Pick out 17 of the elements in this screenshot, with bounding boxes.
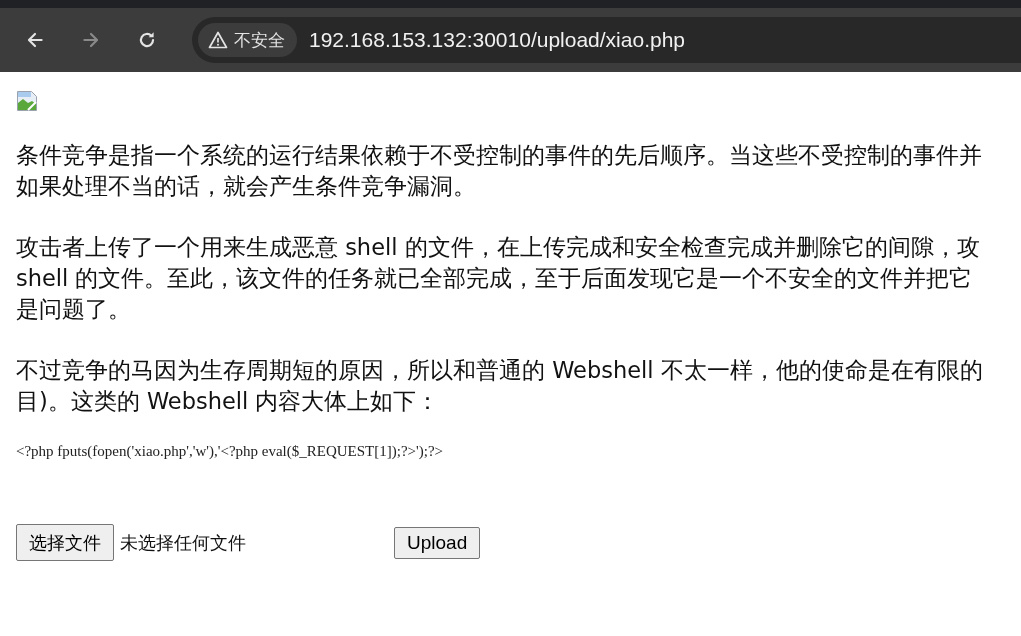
address-bar[interactable]: 不安全 192.168.153.132:30010/upload/xiao.php bbox=[192, 17, 1021, 63]
warning-icon bbox=[208, 30, 228, 50]
text-line: 如果处理不当的话，就会产生条件竞争漏洞。 bbox=[16, 172, 477, 201]
security-label: 不安全 bbox=[234, 28, 285, 52]
text-line: shell 的文件。至此，该文件的任务就已全部完成，至于后面发现它是一个不安全的文件并把它 bbox=[16, 264, 974, 293]
text-line: 条件竞争是指一个系统的运行结果依赖于不受控制的事件的先后顺序。当这些不受控制的事件并 bbox=[16, 141, 983, 170]
text-line: 是问题了。 bbox=[16, 295, 132, 324]
choose-file-button[interactable]: 选择文件 bbox=[16, 524, 114, 561]
text-line: 目)。这类的 Webshell 内容大体上如下： bbox=[16, 387, 441, 416]
file-status-text: 未选择任何文件 bbox=[120, 530, 247, 555]
upload-button[interactable]: Upload bbox=[394, 526, 481, 559]
text-line: 攻击者上传了一个用来生成恶意 shell 的文件，在上传完成和安全检查完成并删除它的间隙，攻 bbox=[16, 233, 981, 262]
url-text: 192.168.153.132:30010/upload/xiao.php bbox=[309, 28, 685, 52]
security-chip[interactable]: 不安全 bbox=[198, 23, 297, 57]
broken-image-icon bbox=[16, 90, 38, 112]
text-line: 不过竞争的马因为生存周期短的原因，所以和普通的 Webshell 不太一样，他的使命是在有限的 bbox=[16, 356, 984, 385]
code-text: <?php fputs(fopen('xiao.php','w'),'<?php eval($_REQUEST[1]);?>');?> bbox=[16, 443, 444, 459]
